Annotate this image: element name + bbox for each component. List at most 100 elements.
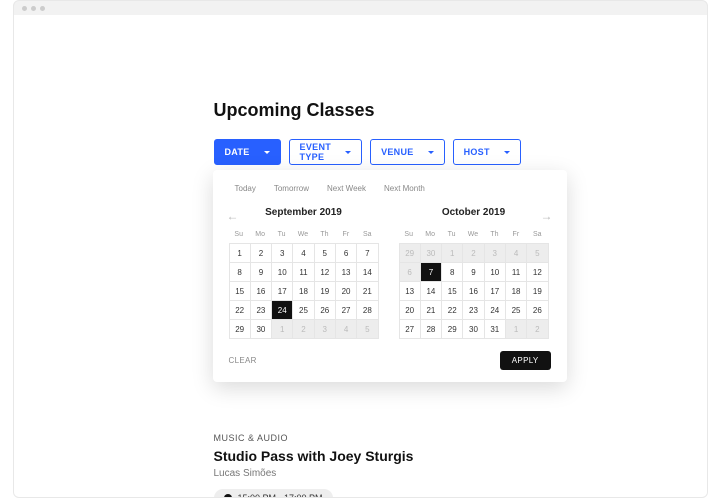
quick-range-links: Today Tomorrow Next Week Next Month (235, 184, 551, 193)
calendar-day[interactable]: 26 (527, 301, 548, 320)
clock-icon (224, 494, 232, 498)
filter-label: VENUE (381, 147, 414, 157)
calendar-day[interactable]: 28 (357, 301, 378, 320)
calendar-day[interactable]: 28 (421, 320, 442, 339)
dow-label: Fr (506, 228, 527, 241)
quick-range-today[interactable]: Today (235, 184, 256, 193)
calendar-day[interactable]: 1 (272, 320, 293, 339)
calendar-day[interactable]: 14 (357, 263, 378, 282)
class-card: MUSIC & AUDIO Studio Pass with Joey Stur… (214, 425, 507, 498)
dow-label: Su (229, 228, 250, 241)
quick-range-next-month[interactable]: Next Month (384, 184, 425, 193)
calendar-day[interactable]: 13 (336, 263, 357, 282)
prev-month-arrow[interactable]: ← (227, 209, 239, 223)
calendar-day[interactable]: 7 (421, 263, 442, 282)
chevron-down-icon (264, 151, 270, 154)
calendar-day[interactable]: 2 (293, 320, 314, 339)
calendar-day[interactable]: 1 (442, 244, 463, 263)
calendar-day[interactable]: 19 (315, 282, 336, 301)
calendar-day[interactable]: 7 (357, 244, 378, 263)
calendar-day[interactable]: 18 (293, 282, 314, 301)
calendar-day[interactable]: 13 (400, 282, 421, 301)
calendar-day[interactable]: 15 (230, 282, 251, 301)
calendar-day[interactable]: 8 (442, 263, 463, 282)
calendar-day[interactable]: 30 (421, 244, 442, 263)
calendar-day[interactable]: 25 (293, 301, 314, 320)
calendar-day[interactable]: 8 (230, 263, 251, 282)
calendar-day[interactable]: 24 (272, 301, 293, 320)
calendar-day[interactable]: 12 (315, 263, 336, 282)
calendar-day[interactable]: 11 (293, 263, 314, 282)
filter-event-type[interactable]: EVENT TYPE (289, 139, 363, 165)
class-category: MUSIC & AUDIO (214, 433, 507, 443)
time-chip: 15:00 PM - 17:00 PM (214, 489, 333, 498)
date-picker-popover: TodayTomorrowNext WeekNext Month ← → Sep… (213, 170, 567, 382)
browser-frame: Upcoming Classes DATE EVENT TYPE VENUE HOST… (13, 0, 708, 498)
next-month-arrow[interactable]: → (541, 209, 553, 223)
calendar-day[interactable]: 27 (336, 301, 357, 320)
calendar-day[interactable]: 18 (506, 282, 527, 301)
calendar-day[interactable]: 2 (463, 244, 484, 263)
calendar-day[interactable]: 16 (463, 282, 484, 301)
calendar-day[interactable]: 6 (400, 263, 421, 282)
calendar-day[interactable]: 29 (400, 244, 421, 263)
calendar-month: September 2019 SuMoTuWeThFrSa 1234567891… (229, 207, 379, 339)
calendar-day[interactable]: 5 (357, 320, 378, 339)
calendar-day[interactable]: 6 (336, 244, 357, 263)
calendar-day[interactable]: 5 (527, 244, 548, 263)
calendar-day[interactable]: 23 (251, 301, 272, 320)
filter-date[interactable]: DATE (214, 139, 281, 165)
calendar-day[interactable]: 19 (527, 282, 548, 301)
calendar-day[interactable]: 22 (230, 301, 251, 320)
calendar-day[interactable]: 3 (272, 244, 293, 263)
calendar-day[interactable]: 24 (485, 301, 506, 320)
calendar-day[interactable]: 22 (442, 301, 463, 320)
calendar-day[interactable]: 4 (506, 244, 527, 263)
calendar-day[interactable]: 4 (336, 320, 357, 339)
dow-label: Tu (441, 228, 462, 241)
calendar-day[interactable]: 27 (400, 320, 421, 339)
calendar-day[interactable]: 15 (442, 282, 463, 301)
calendar-day[interactable]: 25 (506, 301, 527, 320)
calendar-day[interactable]: 3 (485, 244, 506, 263)
window-dot (40, 6, 45, 11)
calendar-day[interactable]: 1 (230, 244, 251, 263)
calendar-day[interactable]: 20 (400, 301, 421, 320)
quick-range-next-week[interactable]: Next Week (327, 184, 366, 193)
quick-range-tomorrow[interactable]: Tomorrow (274, 184, 309, 193)
calendar-day[interactable]: 9 (251, 263, 272, 282)
calendar-day[interactable]: 2 (527, 320, 548, 339)
calendar-day[interactable]: 21 (421, 301, 442, 320)
calendar-day[interactable]: 11 (506, 263, 527, 282)
calendar-day[interactable]: 16 (251, 282, 272, 301)
popover-actions: CLEAR APPLY (229, 351, 551, 370)
calendar-day[interactable]: 9 (463, 263, 484, 282)
calendar-day[interactable]: 21 (357, 282, 378, 301)
calendars-row: ← → September 2019 SuMoTuWeThFrSa 123456… (229, 207, 551, 339)
page-title: Upcoming Classes (214, 100, 507, 121)
calendar-day[interactable]: 10 (485, 263, 506, 282)
dow-label: Tu (271, 228, 292, 241)
filter-host[interactable]: HOST (453, 139, 521, 165)
calendar-day[interactable]: 29 (230, 320, 251, 339)
calendar-day[interactable]: 5 (315, 244, 336, 263)
calendar-day[interactable]: 23 (463, 301, 484, 320)
clear-button[interactable]: CLEAR (229, 356, 257, 365)
calendar-day[interactable]: 26 (315, 301, 336, 320)
calendar-day[interactable]: 12 (527, 263, 548, 282)
filter-venue[interactable]: VENUE (370, 139, 445, 165)
calendar-day[interactable]: 3 (315, 320, 336, 339)
calendar-day[interactable]: 29 (442, 320, 463, 339)
calendar-day[interactable]: 20 (336, 282, 357, 301)
calendar-day[interactable]: 10 (272, 263, 293, 282)
calendar-day[interactable]: 2 (251, 244, 272, 263)
calendar-day[interactable]: 17 (485, 282, 506, 301)
calendar-day[interactable]: 31 (485, 320, 506, 339)
calendar-day[interactable]: 17 (272, 282, 293, 301)
calendar-day[interactable]: 4 (293, 244, 314, 263)
calendar-day[interactable]: 14 (421, 282, 442, 301)
calendar-day[interactable]: 1 (506, 320, 527, 339)
calendar-day[interactable]: 30 (251, 320, 272, 339)
apply-button[interactable]: APPLY (500, 351, 551, 370)
calendar-day[interactable]: 30 (463, 320, 484, 339)
